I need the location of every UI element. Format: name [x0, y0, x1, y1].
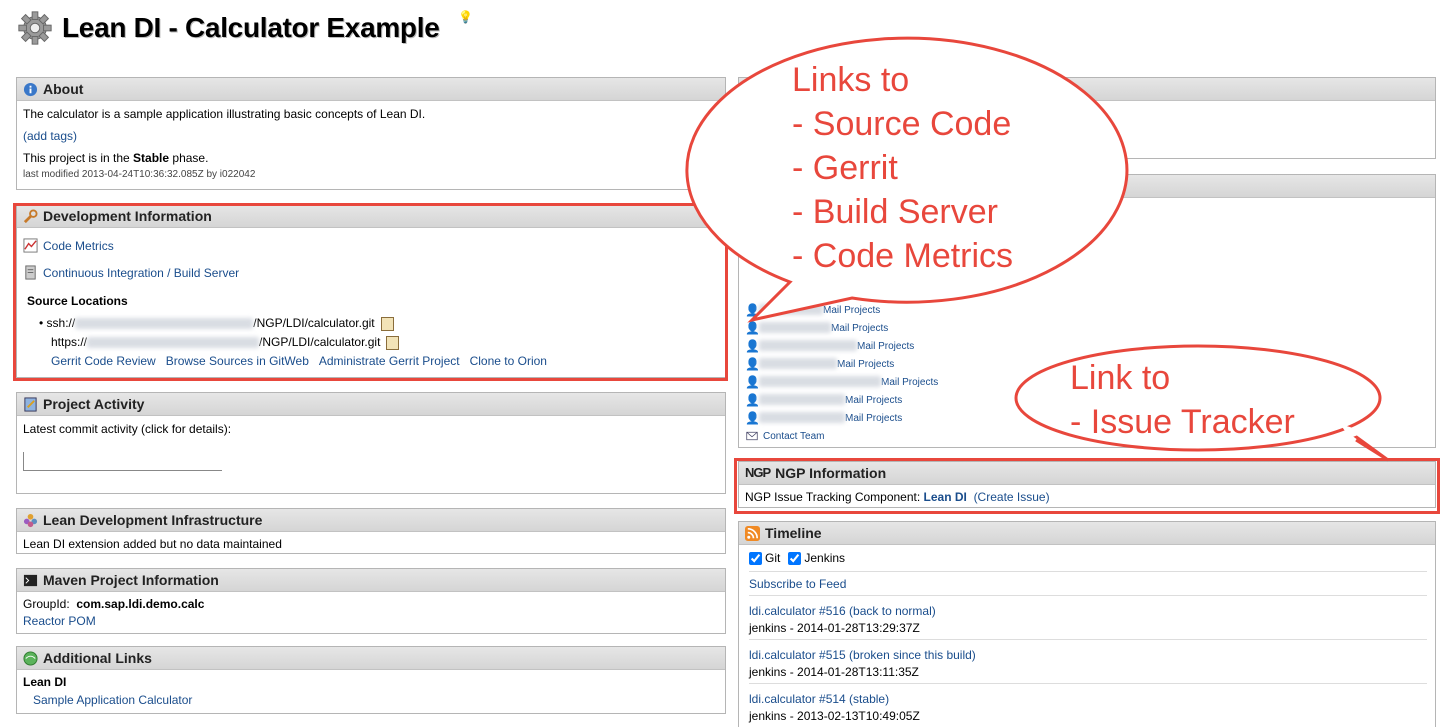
contact-team: Contact Team	[745, 428, 938, 444]
team-member: 👤 Mail Projects	[745, 356, 938, 374]
commit-activity-chart[interactable]	[23, 452, 222, 471]
lean-infra-heading: Lean Development Infrastructure	[43, 512, 263, 528]
about-description: The calculator is a sample application i…	[23, 107, 426, 121]
phase-value: Stable	[133, 151, 170, 165]
timeline-item: ldi.calculator #515 (broken since this b…	[749, 639, 1427, 683]
team-members: 👤 Mail Projects 👤 Mail Projects 👤 Mail Proj…	[745, 302, 938, 444]
person-icon: 👤	[745, 374, 760, 389]
person-icon: 👤	[745, 410, 760, 425]
maven-header: Maven Project Information	[17, 569, 725, 592]
timeline-item-meta: jenkins - 2014-01-28T13:11:35Z	[749, 665, 919, 679]
additional-links-header: Additional Links	[17, 647, 725, 670]
mail-projects-link[interactable]: Mail Projects	[857, 341, 914, 352]
git-label: Git	[765, 551, 781, 565]
timeline-panel: Timeline Git Jenkins Subscribe to Feed l…	[738, 521, 1436, 727]
last-modified: last modified 2013-04-24T10:36:32.085Z b…	[23, 169, 256, 180]
team-member: 👤 Mail Projects	[745, 320, 938, 338]
add-tags-link[interactable]: (add tags)	[23, 129, 77, 143]
group-id-value: com.sap.ldi.demo.calc	[76, 597, 205, 611]
page-header: Lean DI - Calculator Example	[16, 8, 440, 48]
mail-projects-link[interactable]: Mail Projects	[881, 377, 938, 388]
project-activity-panel: Project Activity Latest commit activity …	[16, 392, 726, 494]
timeline-filters: Git Jenkins	[749, 551, 1427, 565]
team-proj-label: Proj	[745, 247, 769, 261]
timeline-header: Timeline	[739, 522, 1435, 545]
team-member: 👤 Mail Projects	[745, 410, 938, 428]
timeline-item-title[interactable]: ldi.calculator #516 (back to normal)	[749, 604, 936, 618]
mail-projects-link[interactable]: Mail Projects	[831, 323, 888, 334]
timeline-item: ldi.calculator #516 (back to normal) jen…	[749, 595, 1427, 639]
phase-prefix: This project is in the	[23, 151, 134, 165]
envelope-icon	[746, 431, 758, 441]
project-activity-text: Latest commit activity (click for detail…	[23, 422, 232, 436]
terminal-icon	[23, 574, 38, 586]
contact-team-link[interactable]: Contact Team	[763, 431, 825, 442]
mail-projects-link[interactable]: Mail Projects	[845, 395, 902, 406]
timeline-item-meta: jenkins - 2013-02-13T10:49:05Z	[749, 709, 920, 723]
jenkins-checkbox[interactable]	[788, 551, 802, 565]
git-checkbox[interactable]	[749, 551, 762, 565]
about-panel: About The calculator is a sample applica…	[16, 77, 726, 190]
timeline-item-title[interactable]: ldi.calculator #515 (broken since this b…	[749, 648, 976, 662]
person-icon: 👤	[745, 302, 760, 317]
info-icon	[23, 82, 38, 96]
team-member: 👤 Mail Projects	[745, 302, 938, 320]
about-header: About	[17, 78, 725, 101]
team-member: 👤 Mail Projects	[745, 338, 938, 356]
mail-projects-link[interactable]: Mail Projects	[845, 413, 902, 424]
small-callout-text: Link to - Issue Tracker	[1070, 359, 1295, 441]
additional-links-panel: Additional Links Lean DI Sample Applicat…	[16, 646, 726, 714]
globe-icon	[23, 650, 38, 666]
filter-git[interactable]: Git	[749, 551, 780, 565]
about-heading: About	[43, 81, 84, 97]
timeline-item-title[interactable]: ldi.calculator #514 (stable)	[749, 692, 889, 706]
highlight-dev-info	[13, 203, 728, 381]
team-member: 👤 Mail Projects	[745, 392, 938, 410]
project-phase: This project is in the Stable phase.	[23, 151, 719, 165]
group-id: GroupId: com.sap.ldi.demo.calc	[23, 597, 719, 611]
person-icon: 👤	[745, 356, 760, 371]
person-icon: 👤	[745, 320, 760, 335]
team-member: 👤 Mail Projects	[745, 374, 938, 392]
timeline-heading: Timeline	[765, 525, 822, 541]
sample-app-link[interactable]: Sample Application Calculator	[33, 693, 192, 707]
additional-links-group: Lean DI	[23, 675, 67, 689]
timeline-item: ldi.calculator #514 (stable) jenkins - 2…	[749, 683, 1427, 727]
page-title: Lean DI - Calculator Example	[62, 12, 440, 43]
maven-heading: Maven Project Information	[43, 572, 219, 588]
rss-icon	[745, 525, 760, 541]
mail-projects-link[interactable]: Mail Projects	[823, 305, 880, 316]
lightbulb-icon[interactable]: 💡	[458, 10, 473, 24]
mail-projects-link[interactable]: Mail Projects	[837, 359, 894, 370]
maven-panel: Maven Project Information GroupId: com.s…	[16, 568, 726, 634]
lean-infra-panel: Lean Development Infrastructure Lean DI …	[16, 508, 726, 554]
highlight-ngp	[734, 458, 1440, 514]
project-activity-heading: Project Activity	[43, 396, 145, 412]
jenkins-label: Jenkins	[804, 551, 846, 565]
subscribe-feed-link[interactable]: Subscribe to Feed	[749, 577, 846, 591]
reactor-pom-link[interactable]: Reactor POM	[23, 614, 96, 628]
timeline-item-meta: jenkins - 2014-01-28T13:29:37Z	[749, 621, 920, 635]
lean-infra-header: Lean Development Infrastructure	[17, 509, 725, 532]
phase-suffix: phase.	[169, 151, 209, 165]
person-icon: 👤	[745, 392, 760, 407]
lean-infra-text: Lean DI extension added but no data main…	[23, 537, 282, 551]
group-id-label: GroupId:	[23, 597, 70, 611]
big-callout-text: Links to - Source Code - Gerrit - Build …	[792, 61, 1014, 275]
flower-icon	[23, 513, 38, 527]
gear-icon	[18, 11, 52, 45]
project-activity-header: Project Activity	[17, 393, 725, 416]
filter-jenkins[interactable]: Jenkins	[788, 551, 845, 565]
additional-links-heading: Additional Links	[43, 650, 152, 666]
notepad-icon	[24, 396, 37, 412]
person-icon: 👤	[745, 338, 760, 353]
